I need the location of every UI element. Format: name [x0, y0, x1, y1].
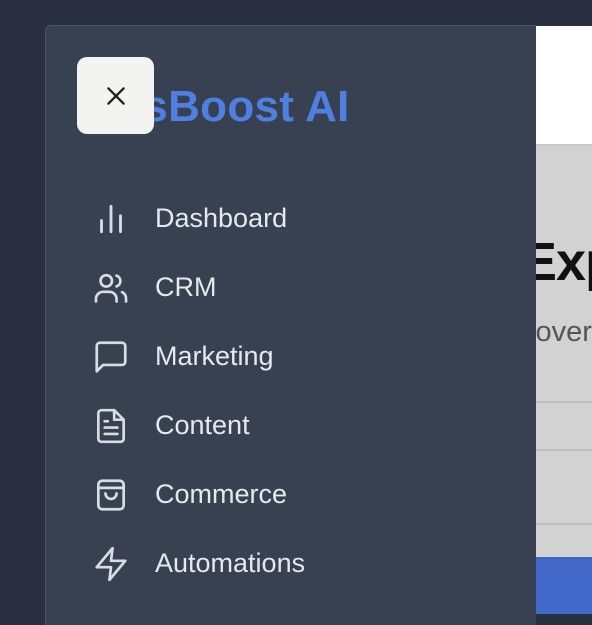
- background-header: [535, 26, 592, 146]
- background-divider: [535, 523, 592, 525]
- navigation-drawer: lesBoost AI Dashboard CRM Marketing Cont…: [45, 25, 536, 625]
- background-heading: Exp: [535, 232, 592, 292]
- shopping-bag-icon: [91, 475, 131, 515]
- sidebar-item-label: Automations: [155, 548, 306, 578]
- background-page: Exp cover: [535, 26, 592, 614]
- sidebar-item-label: CRM: [155, 272, 217, 302]
- background-divider: [535, 401, 592, 403]
- close-button[interactable]: [77, 57, 154, 134]
- close-icon: [106, 86, 125, 105]
- sidebar-item-automations[interactable]: Automations: [91, 529, 511, 598]
- background-divider: [535, 449, 592, 451]
- sidebar-nav: Dashboard CRM Marketing Content Commerce…: [91, 184, 511, 598]
- sidebar-item-label: Content: [155, 410, 250, 440]
- sidebar-item-marketing[interactable]: Marketing: [91, 322, 511, 391]
- background-primary-button: [535, 557, 592, 614]
- sidebar-item-crm[interactable]: CRM: [91, 253, 511, 322]
- background-subtitle: cover: [535, 316, 592, 348]
- sidebar-item-content[interactable]: Content: [91, 391, 511, 460]
- sidebar-item-dashboard[interactable]: Dashboard: [91, 184, 511, 253]
- message-square-icon: [91, 337, 131, 377]
- bar-chart-icon: [91, 199, 131, 239]
- sidebar-item-label: Marketing: [155, 341, 274, 371]
- sidebar-item-label: Dashboard: [155, 203, 288, 233]
- users-icon: [91, 268, 131, 308]
- sidebar-item-commerce[interactable]: Commerce: [91, 460, 511, 529]
- lightning-icon: [91, 544, 131, 584]
- file-text-icon: [91, 406, 131, 446]
- sidebar-item-label: Commerce: [155, 479, 288, 509]
